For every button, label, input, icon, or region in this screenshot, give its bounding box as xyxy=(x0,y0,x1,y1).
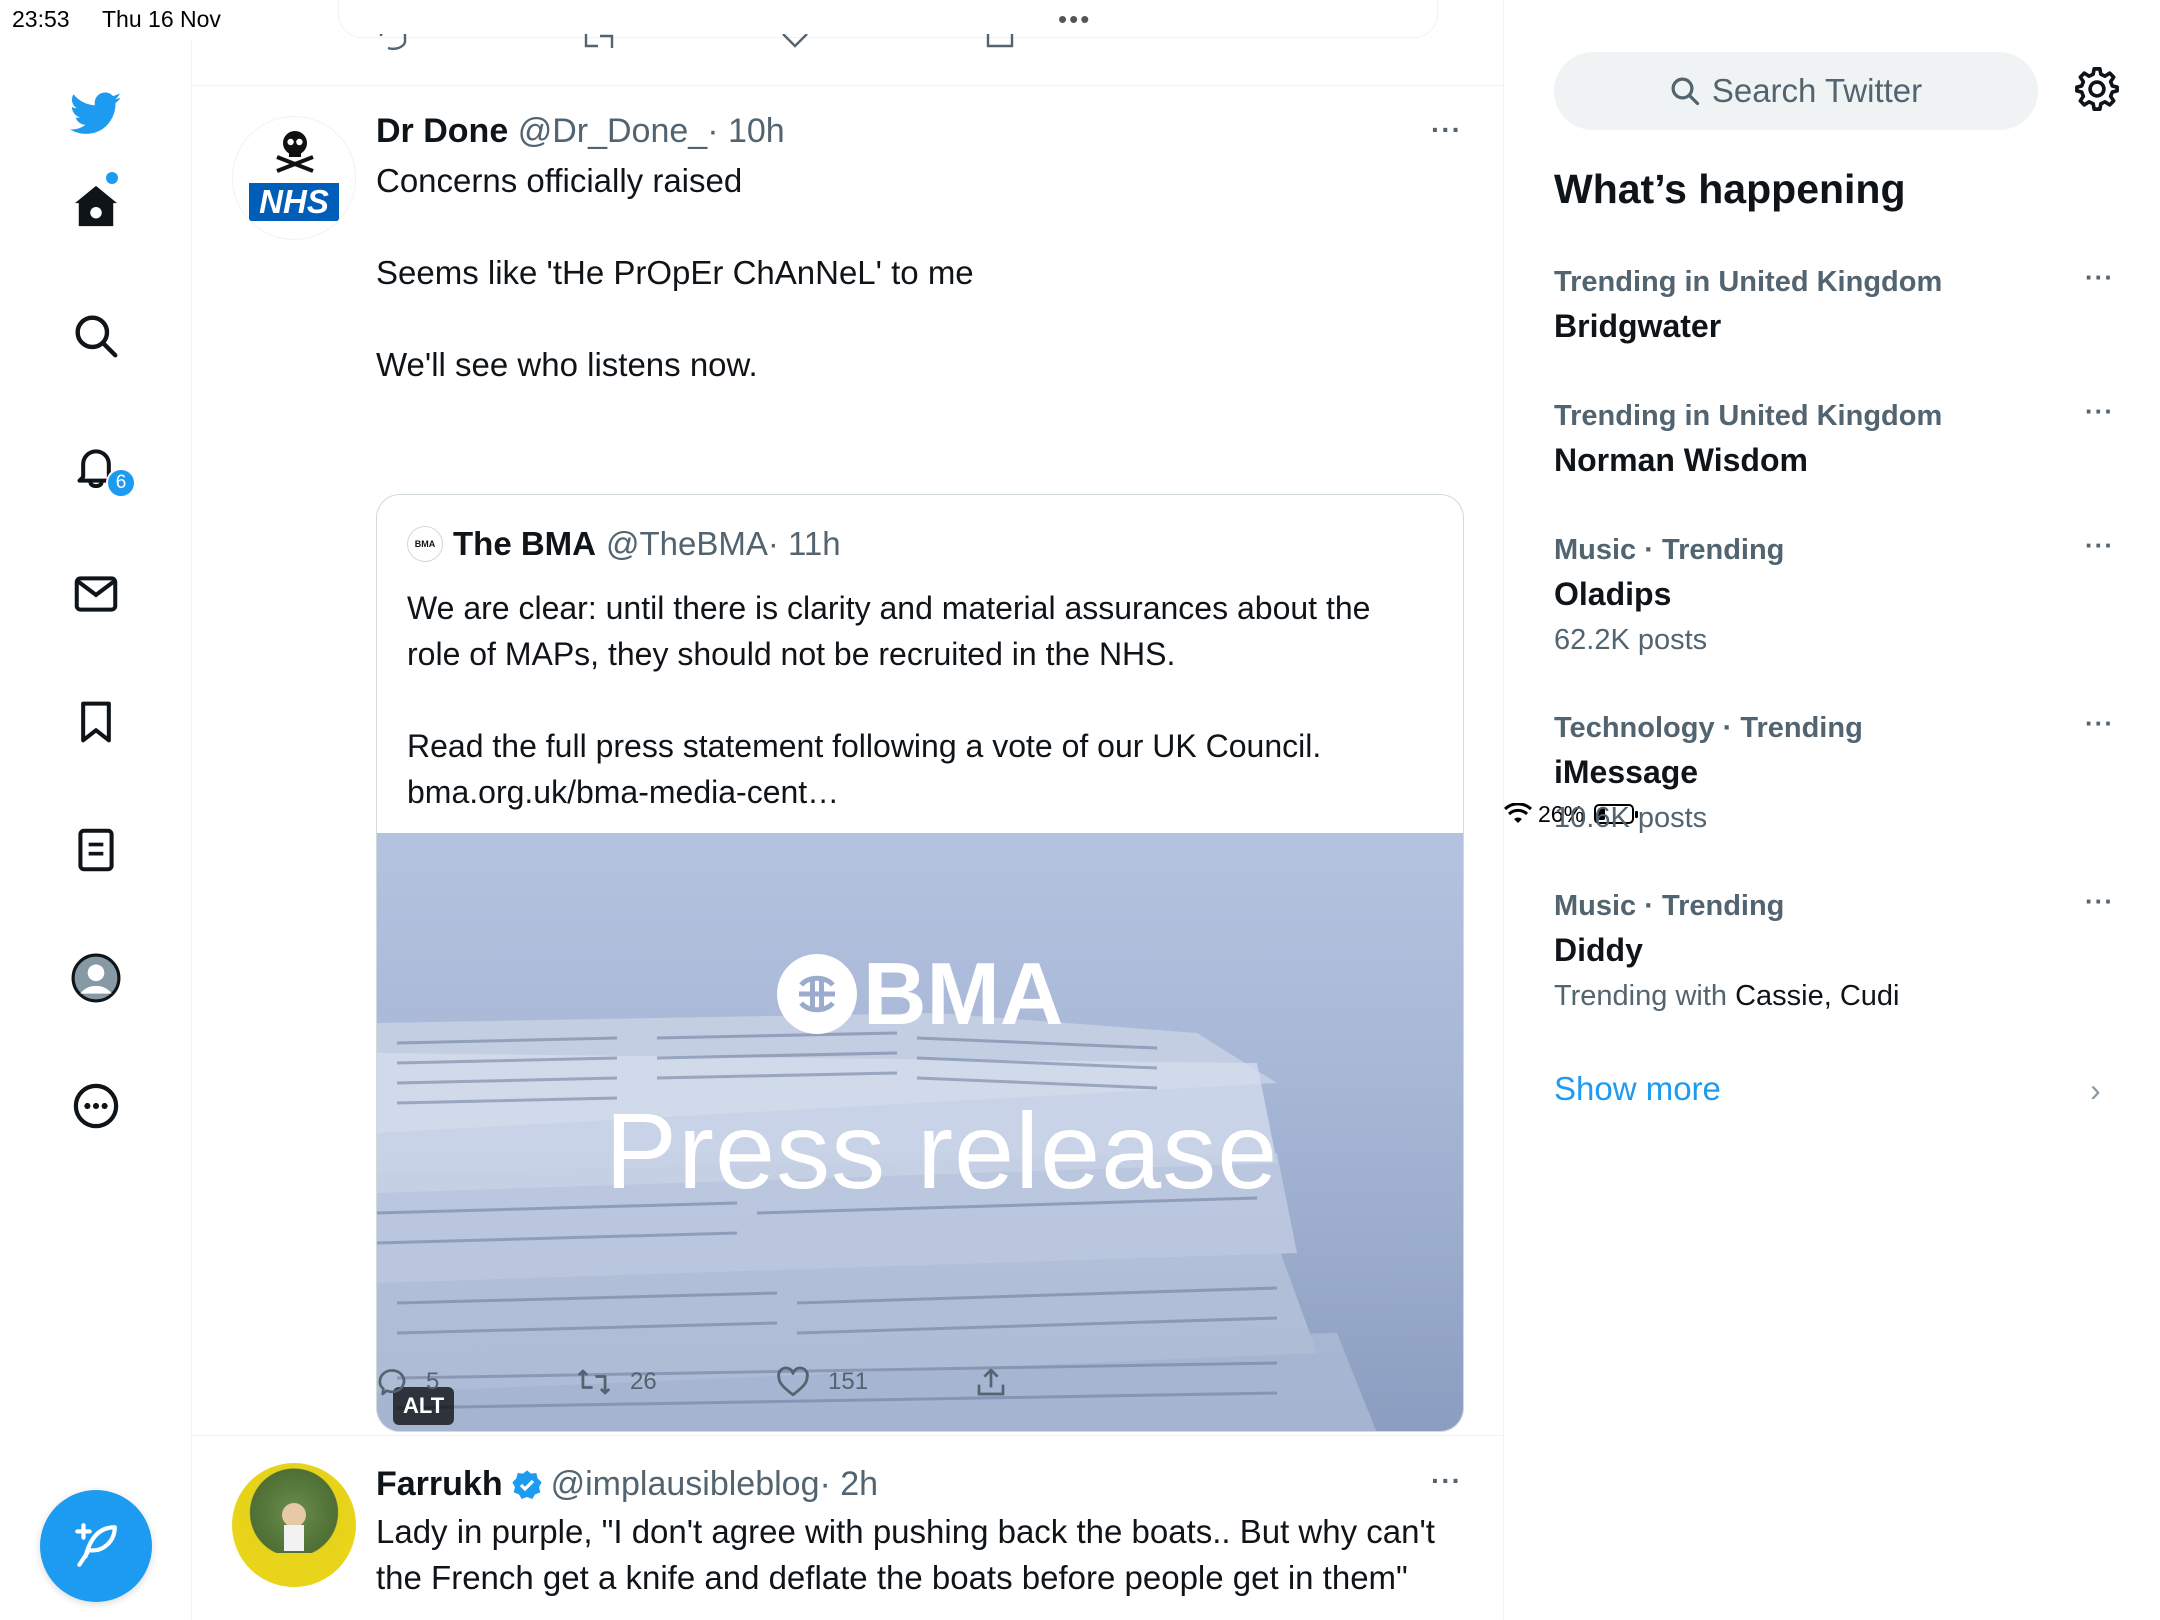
author-handle[interactable]: @Dr_Done_ xyxy=(518,112,708,150)
retweet-button[interactable]: 26 xyxy=(576,1366,657,1398)
tweet-header: Dr Done @Dr_Done_· 10h xyxy=(376,112,785,151)
trend-item[interactable]: Technology · Trending iMessage 10.6K pos… xyxy=(1554,708,2114,840)
tweet-time[interactable]: · 10h xyxy=(707,112,785,150)
avatar[interactable] xyxy=(232,1463,356,1587)
verified-badge-icon xyxy=(511,1469,542,1499)
reply-icon xyxy=(378,1369,406,1396)
trend-item[interactable]: Music · Trending Diddy Trending with Cas… xyxy=(1554,886,2114,1018)
tweet-text: Lady in purple, "I don't agree with push… xyxy=(376,1513,1435,1596)
author-name[interactable]: Dr Done xyxy=(376,112,508,150)
trend-related-prefix: Trending with xyxy=(1554,980,1728,1012)
press-release-image[interactable]: BMA Press release ALT xyxy=(377,833,1463,1431)
bma-avatar: BMA xyxy=(407,526,443,562)
previous-quote-card-edge xyxy=(338,0,1438,38)
explore-icon[interactable] xyxy=(70,310,122,362)
lists-icon[interactable] xyxy=(70,824,122,876)
reply-count: 5 xyxy=(426,1368,440,1395)
author-handle[interactable]: @implausibleblog xyxy=(551,1465,820,1503)
search-placeholder: Search Twitter xyxy=(1711,72,1923,109)
sidebar-nav: 6 xyxy=(0,40,192,1620)
right-sidebar: Search Twitter What’s happening Trending… xyxy=(1504,0,2160,1620)
share-icon[interactable] xyxy=(986,34,1014,50)
show-more-link[interactable]: Show more xyxy=(1554,1070,1721,1108)
home-icon[interactable] xyxy=(70,180,122,232)
avatar-photo xyxy=(232,1503,356,1587)
trend-more-button[interactable]: ··· xyxy=(2085,262,2114,293)
reply-icon[interactable] xyxy=(378,34,408,50)
trend-context: Music · Trending xyxy=(1554,534,1785,566)
search-bar[interactable]: Search Twitter xyxy=(1554,52,2038,130)
trend-more-button[interactable]: ··· xyxy=(2085,708,2114,739)
tweet-actions: 5 26 151 xyxy=(376,1366,1076,1406)
home-unread-dot xyxy=(106,172,118,184)
nhs-logo: NHS xyxy=(249,183,339,221)
trend-item[interactable]: Trending in United Kingdom Norman Wisdom… xyxy=(1554,396,2114,484)
bookmarks-icon[interactable] xyxy=(70,696,122,748)
author-name[interactable]: Farrukh xyxy=(376,1465,503,1504)
timeline: NHS Dr Done @Dr_Done_· 10h ··· Concerns … xyxy=(192,0,1504,1620)
retweet-count: 26 xyxy=(630,1368,657,1395)
like-icon[interactable] xyxy=(780,34,810,50)
trend-post-count: 10.6K posts xyxy=(1554,802,1708,834)
trend-title: iMessage xyxy=(1554,754,1699,790)
search-icon xyxy=(1671,77,1699,106)
profile-avatar-icon[interactable] xyxy=(70,952,122,1004)
bma-wordmark: BMA xyxy=(777,943,1063,1045)
trend-item[interactable]: Trending in United Kingdom Bridgwater ··… xyxy=(1554,262,2114,350)
trend-title: Oladips xyxy=(1554,576,1672,612)
chevron-right-icon: › xyxy=(2090,1072,2101,1108)
heart-icon xyxy=(777,1366,809,1397)
share-icon xyxy=(977,1368,1005,1396)
compose-tweet-button[interactable] xyxy=(40,1490,152,1602)
skull-crossbones-icon xyxy=(276,131,314,173)
trend-context: Music · Trending xyxy=(1554,890,1785,922)
tweet-dr-done[interactable]: NHS Dr Done @Dr_Done_· 10h ··· Concerns … xyxy=(192,86,1503,1436)
trend-related: Trending with Cassie, Cudi xyxy=(1554,974,2114,1018)
retweet-icon[interactable] xyxy=(582,34,616,50)
trend-context: Technology · Trending xyxy=(1554,712,1863,744)
previous-tweet-partial xyxy=(192,0,1503,86)
trend-context: Trending in United Kingdom xyxy=(1554,266,1943,298)
quoted-tweet-text: We are clear: until there is clarity and… xyxy=(407,590,1371,810)
tweet-more-button[interactable]: ··· xyxy=(1431,1465,1462,1497)
like-button[interactable]: 151 xyxy=(776,1366,868,1398)
whats-happening-heading: What’s happening xyxy=(1554,166,1906,212)
tweet-time[interactable]: · 2h xyxy=(819,1465,878,1503)
like-count: 151 xyxy=(828,1368,869,1395)
trend-more-button[interactable]: ··· xyxy=(2085,396,2114,427)
trend-title: Diddy xyxy=(1554,932,1643,968)
reply-button[interactable]: 5 xyxy=(376,1366,439,1398)
status-time: 23:53 xyxy=(12,6,70,32)
more-options-icon[interactable] xyxy=(70,1080,122,1132)
trend-more-button[interactable]: ··· xyxy=(2085,886,2114,917)
messages-icon[interactable] xyxy=(70,568,122,620)
twitter-logo-icon[interactable] xyxy=(70,88,122,140)
bma-emblem-icon xyxy=(777,954,857,1034)
share-button[interactable] xyxy=(976,1366,1006,1398)
quoted-tweet-header: BMA The BMA @TheBMA· 11h xyxy=(407,525,841,563)
bma-wordmark-text: BMA xyxy=(863,944,1064,1043)
settings-gear-icon[interactable] xyxy=(2074,66,2124,116)
tweet-header: Farrukh @implausibleblog· 2h xyxy=(376,1465,878,1504)
trend-title: Bridgwater xyxy=(1554,308,1722,344)
quoted-tweet[interactable]: BMA The BMA @TheBMA· 11h We are clear: u… xyxy=(376,494,1464,1432)
trend-item[interactable]: Music · Trending Oladips 62.2K posts ··· xyxy=(1554,530,2114,662)
retweet-icon xyxy=(577,1369,611,1395)
trend-title: Norman Wisdom xyxy=(1554,442,1808,478)
avatar[interactable]: NHS xyxy=(232,116,356,240)
trend-context: Trending in United Kingdom xyxy=(1554,400,1943,432)
quoted-author-name: The BMA xyxy=(453,525,596,562)
trend-more-button[interactable]: ··· xyxy=(2085,530,2114,561)
tweet-more-button[interactable]: ··· xyxy=(1431,114,1462,146)
notifications-badge: 6 xyxy=(106,468,136,498)
quoted-tweet-time: · 11h xyxy=(767,525,841,562)
tweet-text: Concerns officially raised Seems like 't… xyxy=(376,162,974,383)
press-release-caption: Press release xyxy=(605,1090,1279,1211)
quoted-author-handle: @TheBMA xyxy=(606,525,768,562)
compose-quill-icon xyxy=(75,1523,117,1567)
trend-post-count: 62.2K posts xyxy=(1554,624,1708,656)
trend-related-names[interactable]: Cassie, Cudi xyxy=(1735,980,1899,1012)
tweet-farrukh[interactable]: Farrukh @implausibleblog· 2h ··· Lady in… xyxy=(192,1437,1503,1620)
